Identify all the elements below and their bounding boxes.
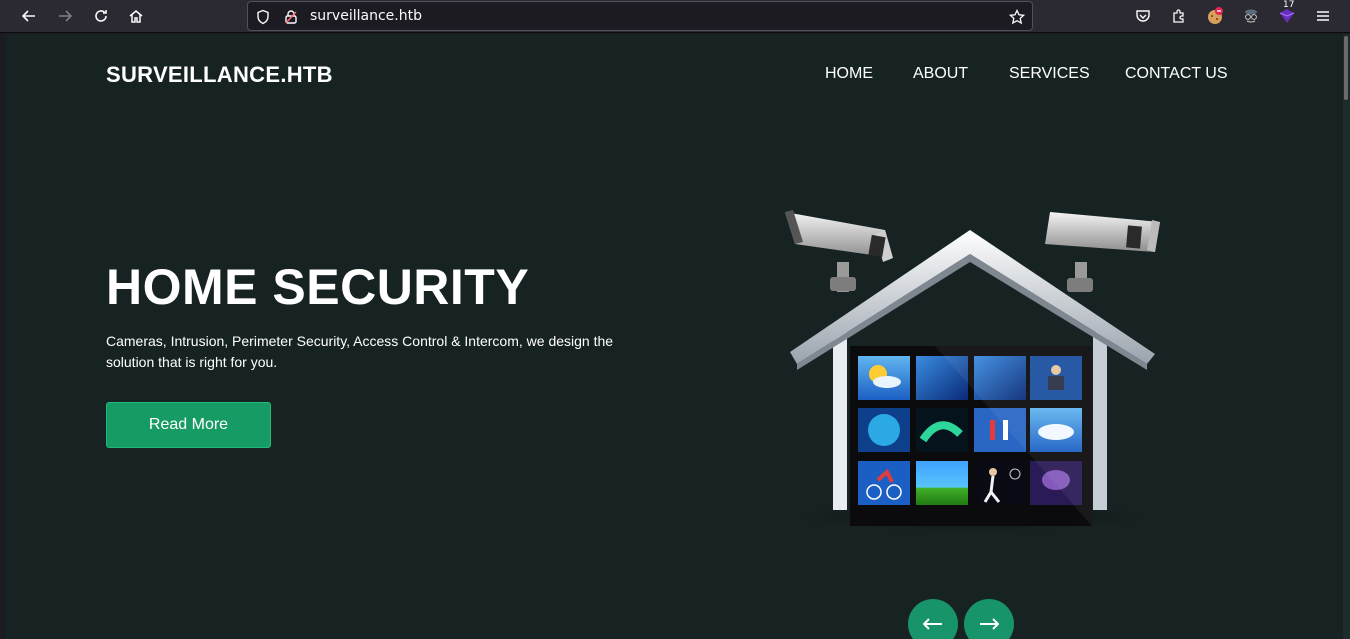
forward-arrow-icon[interactable] bbox=[52, 4, 78, 28]
bookmark-star-icon[interactable] bbox=[1008, 8, 1026, 26]
nav-home[interactable]: HOME bbox=[825, 65, 873, 83]
extension-badge: 17 bbox=[1283, 0, 1295, 10]
carousel-next-button[interactable] bbox=[964, 599, 1014, 639]
hero-description: Cameras, Intrusion, Perimeter Security, … bbox=[106, 333, 614, 370]
page-scrollbar[interactable] bbox=[1343, 34, 1350, 639]
read-more-button[interactable]: Read More bbox=[106, 402, 271, 448]
reload-icon[interactable] bbox=[88, 4, 114, 28]
spy-extension-icon[interactable] bbox=[1238, 4, 1264, 28]
back-arrow-icon[interactable] bbox=[16, 4, 42, 28]
right-arrow-icon bbox=[980, 618, 999, 630]
nav-services[interactable]: SERVICES bbox=[1009, 65, 1090, 83]
hamburger-menu-icon[interactable] bbox=[1310, 4, 1336, 28]
scrollbar-thumb[interactable] bbox=[1344, 36, 1348, 100]
home-icon[interactable] bbox=[123, 4, 149, 28]
home-security-house-illustration bbox=[785, 210, 1160, 531]
browser-toolbar: surveillance.htb 17 bbox=[0, 0, 1350, 33]
url-text[interactable]: surveillance.htb bbox=[310, 8, 422, 24]
right-security-camera bbox=[1045, 212, 1160, 292]
left-arrow-icon bbox=[923, 618, 942, 630]
extensions-puzzle-icon[interactable] bbox=[1166, 4, 1192, 28]
tracking-protection-shield-icon[interactable] bbox=[254, 8, 272, 26]
address-bar[interactable]: surveillance.htb bbox=[247, 1, 1033, 31]
site-brand[interactable]: SURVEILLANCE.HTB bbox=[106, 62, 333, 88]
nav-about[interactable]: ABOUT bbox=[913, 65, 968, 83]
hero-title: HOME SECURITY bbox=[106, 259, 530, 315]
nav-contact-us[interactable]: CONTACT US bbox=[1125, 65, 1228, 83]
web-page: SURVEILLANCE.HTB HOME ABOUT SERVICES CON… bbox=[5, 34, 1343, 639]
cookie-extension-icon[interactable] bbox=[1202, 4, 1228, 28]
pocket-icon[interactable] bbox=[1130, 4, 1156, 28]
insecure-lock-icon[interactable] bbox=[282, 8, 300, 26]
carousel-prev-button[interactable] bbox=[908, 599, 958, 639]
left-security-camera bbox=[785, 210, 893, 292]
